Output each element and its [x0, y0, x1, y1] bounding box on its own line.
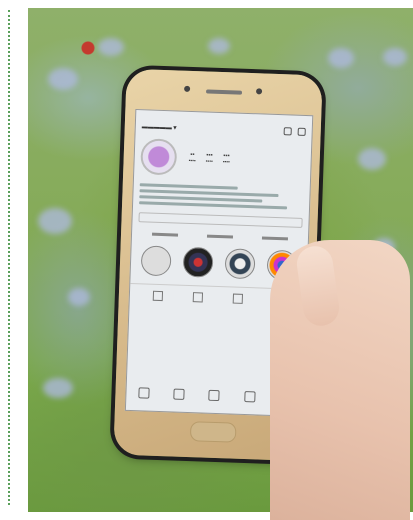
highlight-circle — [182, 246, 214, 278]
stat-posts: ▪▪ ▪▪▪▪ — [188, 151, 196, 165]
search-icon — [173, 388, 185, 400]
stat-followers: ▪▪▪ ▪▪▪▪ — [205, 152, 213, 165]
video-icon — [192, 292, 204, 303]
front-camera-icon — [184, 85, 191, 92]
image-frame: ▬▬▬▬▬ ▾ ▪▪ ▪▪▪▪ ▪▪▪ ▪▪▪▪ ▪▪▪ ▪▪▪▪ — [0, 0, 413, 520]
profile-summary: ▪▪ ▪▪▪▪ ▪▪▪ ▪▪▪▪ ▪▪▪ ▪▪▪▪ — [134, 132, 312, 186]
sensor-icon — [255, 88, 263, 95]
shop-icon — [243, 390, 256, 403]
speaker-grille — [205, 89, 243, 95]
grid-icon — [152, 290, 164, 302]
stat-following: ▪▪▪ ▪▪▪▪ — [222, 153, 230, 166]
highlight-circle — [140, 245, 172, 277]
menu-icon — [297, 127, 306, 136]
edit-profile-button — [138, 212, 303, 228]
highlight-circle — [224, 248, 256, 280]
add-icon — [283, 127, 292, 136]
home-button — [189, 421, 237, 443]
tagged-icon — [232, 293, 244, 304]
reels-icon — [208, 389, 221, 402]
dotted-border — [8, 10, 10, 505]
username-blurred: ▬▬▬▬▬ ▾ — [141, 123, 177, 131]
home-icon — [138, 387, 150, 399]
avatar — [140, 138, 178, 176]
bio-text-blurred — [133, 183, 310, 210]
hand — [270, 240, 410, 520]
